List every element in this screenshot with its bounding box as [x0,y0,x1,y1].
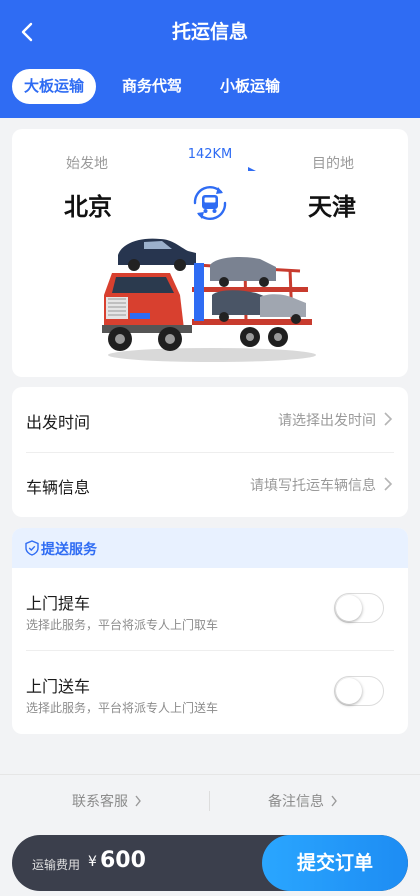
car-carrier-truck-image [102,238,316,362]
fee-currency: ¥ [88,854,97,870]
tab-business-driver[interactable]: 商务代驾 [110,69,194,104]
departure-time-row[interactable]: 出发时间 请选择出发时间 [12,387,408,452]
vehicle-info-placeholder: 请填写托运车辆信息 [250,478,376,494]
door-delivery-toggle[interactable] [334,676,384,706]
chevron-right-icon [331,795,337,807]
secondary-links-bar: 联系客服 备注信息 [0,774,420,826]
header: 托运信息 大板运输 商务代驾 小板运输 [0,0,420,118]
fee-amount: 600 [100,848,146,873]
swap-route-icon[interactable] [188,181,232,225]
tab-large-truck[interactable]: 大板运输 [12,69,97,104]
shield-icon [25,540,39,556]
chevron-right-icon [135,795,141,807]
vehicle-info-row[interactable]: 车辆信息 请填写托运车辆信息 [12,452,408,517]
pickup-delivery-card: 提送服务 上门提车 选择此服务，平台将派专人上门取车 上门送车 选择此服务，平台… [12,528,408,734]
destination-label: 目的地 [312,156,354,172]
fee-label: 运输费用 [32,858,81,872]
door-delivery-row: 上门送车 选择此服务，平台将派专人上门送车 [12,651,408,733]
toggle-knob [336,678,362,704]
contact-service-link[interactable]: 联系客服 [72,791,142,811]
chevron-right-icon [384,412,393,426]
departure-time-placeholder: 请选择出发时间 [278,413,376,429]
departure-time-label: 出发时间 [26,413,91,432]
submit-order-button[interactable]: 提交订单 [262,835,408,891]
route-card: 始发地 北京 142KM 目的地 天津 [12,129,408,377]
tab-bar: 大板运输 商务代驾 小板运输 [12,69,306,104]
service-header: 提送服务 [12,528,408,568]
door-pickup-desc: 选择此服务，平台将派专人上门取车 [26,618,219,632]
door-pickup-row: 上门提车 选择此服务，平台将派专人上门取车 [12,568,408,650]
contact-service-label: 联系客服 [72,794,128,810]
vehicle-info-label: 车辆信息 [26,478,91,497]
tab-small-truck[interactable]: 小板运输 [208,69,292,104]
chevron-right-icon [384,477,393,491]
page-title: 托运信息 [171,21,248,43]
toggle-knob [336,595,362,621]
divider [209,791,210,811]
distance-arrow-icon [164,167,256,172]
order-info-card: 出发时间 请选择出发时间 车辆信息 请填写托运车辆信息 [12,387,408,517]
door-pickup-toggle[interactable] [334,593,384,623]
door-pickup-title: 上门提车 [26,594,91,613]
notes-link[interactable]: 备注信息 [268,791,338,811]
service-title: 提送服务 [41,542,97,558]
door-delivery-title: 上门送车 [26,677,91,696]
origin-city[interactable]: 北京 [64,187,112,222]
destination-city[interactable]: 天津 [308,187,356,222]
checkout-bar: 运输费用 ¥ 600 提交订单 [12,835,408,891]
door-delivery-desc: 选择此服务，平台将派专人上门送车 [26,701,219,715]
notes-label: 备注信息 [268,794,324,810]
